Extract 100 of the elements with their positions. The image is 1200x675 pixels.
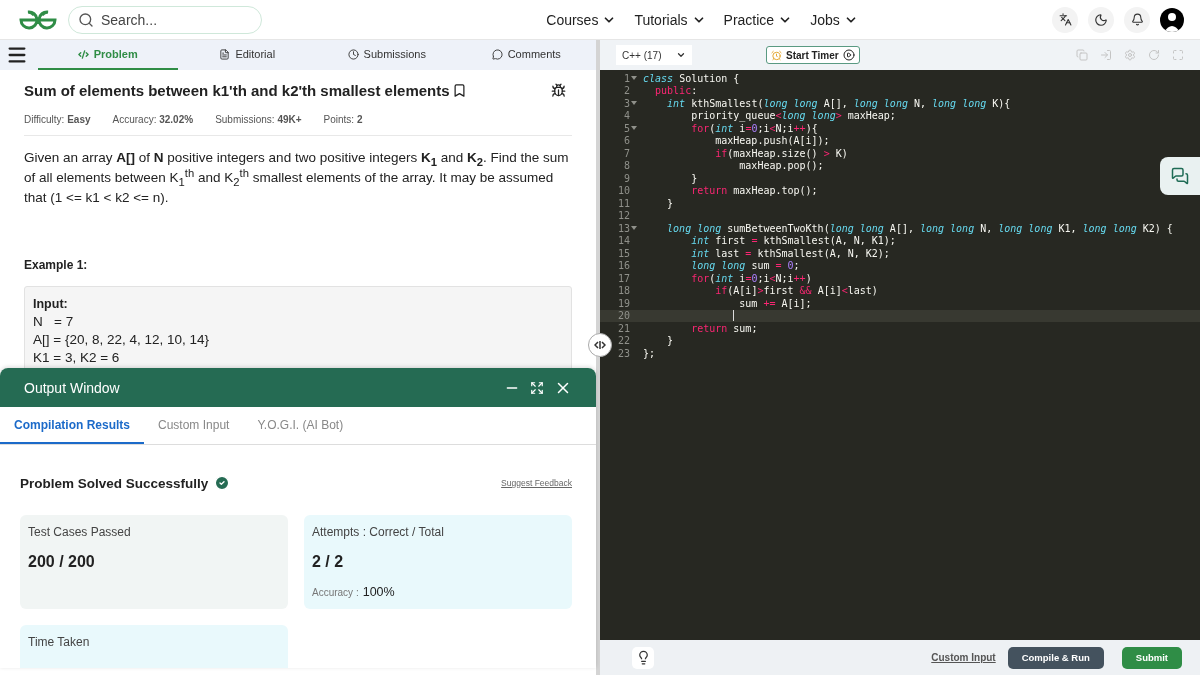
example-line: K1 = 3, K2 = 6 (33, 349, 121, 367)
problem-tab[interactable]: Problem (38, 40, 178, 70)
language-select[interactable]: C++ (17) (616, 45, 692, 65)
code-line: return maxHeap.top(); (690, 185, 818, 197)
example-line: N = 7 (33, 313, 75, 331)
line-number: 18 (617, 285, 630, 297)
card-value: 2 / 2 (312, 553, 345, 571)
problem-description: Given an array A[] of N positive integers and two positive integers K$_{1}$ and K$_{2}$. Find the sum of all elements between K$_{1}$$^{th}$ and K$_{2}$$^{th}$ smallest elements of the array. It may be assumed that (1 <= k1 < k2 <= n). (24, 149, 570, 207)
line-number: 14 (617, 235, 630, 247)
bug-icon[interactable] (551, 82, 566, 98)
caret-icon (676, 50, 686, 60)
card-title: Test Cases Passed (28, 525, 132, 539)
fold-caret-icon[interactable] (631, 76, 637, 81)
problem-tab[interactable]: Editorial (177, 40, 317, 70)
code-line: return sum; (690, 322, 758, 334)
line-number: 5 (623, 122, 630, 134)
code-icon (77, 48, 89, 60)
line-number: 7 (623, 147, 630, 159)
nav-menu-link[interactable]: Jobs (810, 11, 858, 28)
code-line: if(A[i]>first && A[i]<last) (714, 285, 878, 297)
code-line: long long sum = 0; (690, 260, 800, 272)
logo[interactable] (18, 9, 58, 30)
line-number: 8 (623, 160, 630, 172)
output-tab[interactable]: Compilation Results (0, 407, 144, 444)
line-number: 10 (617, 185, 630, 197)
line-number: 11 (617, 197, 630, 209)
alarm-clock-icon (771, 49, 782, 61)
output-window-title: Output Window (24, 379, 120, 396)
result-status: Problem Solved Successfully (20, 475, 209, 491)
problem-meta: Difficulty: Easy (24, 114, 91, 125)
expand-icon[interactable] (530, 380, 544, 395)
code-line: sum += A[i]; (738, 297, 812, 309)
translate-icon[interactable] (1052, 6, 1078, 33)
bell-icon[interactable] (1124, 6, 1150, 33)
avatar[interactable] (1160, 7, 1184, 32)
custom-input-link[interactable]: Custom Input (931, 652, 996, 663)
problem-meta: Points: 2 (323, 114, 363, 125)
bookmark-icon[interactable] (451, 82, 467, 98)
clock-icon (347, 48, 359, 60)
problem-meta: Accuracy: 32.02% (112, 114, 194, 125)
accuracy-value: 100% (362, 585, 395, 599)
moon-icon[interactable] (1088, 6, 1114, 33)
code-line: for(int i=0;i<N;i++){ (690, 122, 818, 134)
line-number: 2 (623, 85, 630, 97)
accuracy-label: Accuracy : (312, 587, 359, 598)
line-number: 19 (617, 297, 630, 309)
card-title: Time Taken (28, 635, 91, 649)
card-title: Attempts : Correct / Total (312, 525, 445, 539)
line-number: 22 (617, 335, 630, 347)
code-line: maxHeap.push(A[i]); (714, 135, 830, 147)
problem-tab[interactable]: Submissions (317, 40, 457, 70)
example-heading: Example 1: (24, 258, 89, 272)
example-label: Input: (33, 296, 69, 313)
compile-run-button[interactable]: Compile & Run (1007, 646, 1104, 669)
code-line: } (690, 172, 698, 184)
line-number: 6 (623, 135, 630, 147)
check-icon (214, 475, 231, 491)
start-timer-button[interactable]: Start Timer (766, 46, 860, 64)
code-line: }; (643, 347, 656, 359)
problem-title: Sum of elements between k1'th and k2'th smallest elements (24, 81, 450, 99)
line-number: 16 (617, 260, 630, 272)
nav-menu-link[interactable]: Practice (723, 11, 793, 28)
line-number: 17 (617, 272, 630, 284)
line-number: 4 (623, 110, 630, 122)
submit-button[interactable]: Submit (1121, 646, 1182, 669)
output-tab[interactable]: Y.O.G.I. (AI Bot) (243, 407, 358, 444)
code-line: int first = kthSmallest(A, N, K1); (690, 235, 896, 247)
output-tab[interactable]: Custom Input (144, 407, 244, 444)
nav-menu-link[interactable]: Tutorials (634, 11, 706, 28)
code-line: class Solution { (643, 72, 740, 84)
line-number: 21 (617, 322, 630, 334)
chat-icon[interactable] (1160, 157, 1200, 195)
code-line: public: (654, 85, 698, 97)
code-line: int last = kthSmallest(A, N, K2); (690, 247, 890, 259)
line-number: 12 (617, 210, 630, 222)
fold-caret-icon[interactable] (631, 126, 637, 131)
line-number: 3 (623, 97, 630, 109)
line-number: 15 (617, 247, 630, 259)
splitter-handle[interactable] (588, 333, 612, 357)
fold-caret-icon[interactable] (631, 101, 637, 106)
suggest-feedback-link[interactable]: Suggest Feedback (501, 478, 572, 488)
document-icon (219, 48, 231, 60)
example-line: A[] = {20, 8, 22, 4, 12, 10, 14} (33, 331, 210, 349)
menu-icon[interactable] (6, 44, 28, 66)
nav-menu-link[interactable]: Courses (546, 11, 617, 28)
fold-caret-icon[interactable] (631, 226, 637, 231)
lightbulb-icon[interactable] (632, 646, 654, 669)
search-field[interactable]: Search... (68, 5, 262, 34)
play-icon (842, 49, 855, 61)
code-line: int kthSmallest(long long A[], long long N, long long K){ (666, 97, 1011, 109)
line-number: 13 (617, 222, 630, 234)
problem-tab[interactable]: Comments (456, 40, 596, 70)
chat-bubble-icon (491, 48, 503, 60)
code-line: long long sumBetweenTwoKth(long long A[], long long N, long long K1, long long K2) { (666, 222, 1173, 234)
code-line: } (666, 197, 674, 209)
text-cursor (733, 310, 734, 322)
code-line: priority_queue<long long> maxHeap; (690, 110, 896, 122)
card-value: 200 / 200 (28, 553, 96, 571)
code-line: if(maxHeap.size() > K) (714, 147, 848, 159)
code-line: for(int i=0;i<N;i++) (690, 272, 812, 284)
